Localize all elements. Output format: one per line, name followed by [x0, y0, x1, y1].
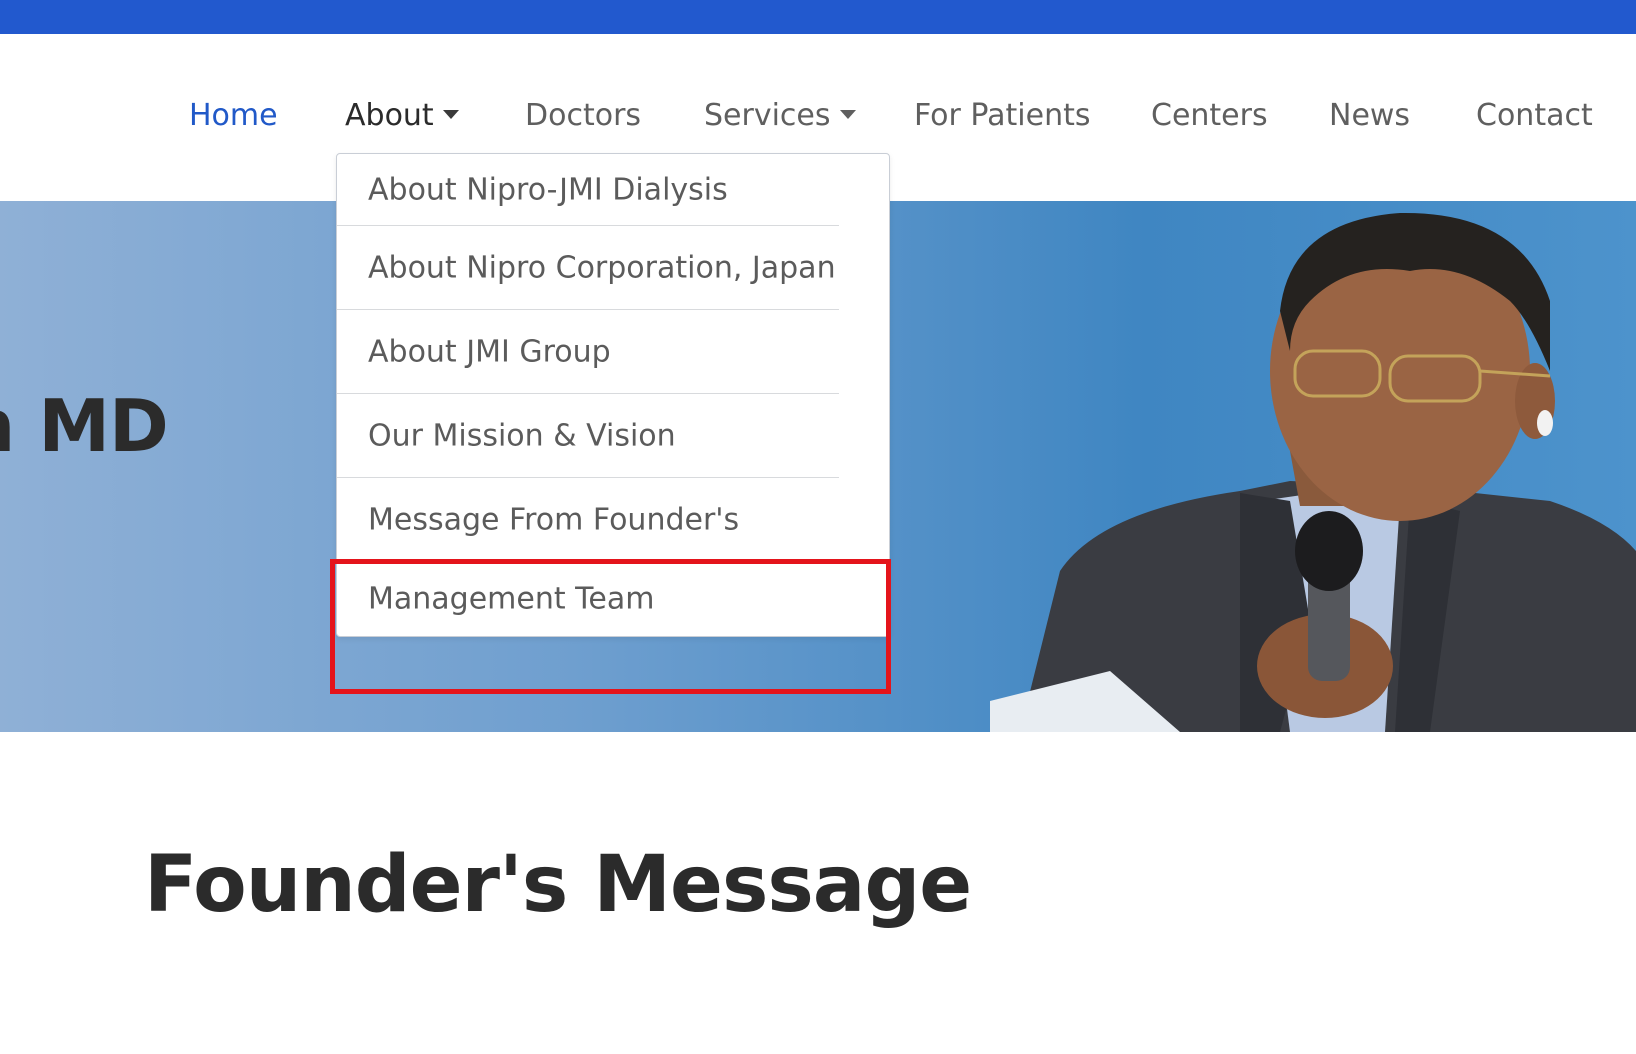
menu-item-label: Management Team	[368, 581, 655, 617]
chevron-down-icon	[442, 110, 459, 119]
nav-centers-label: Centers	[1151, 98, 1268, 133]
nav-about-label: About	[345, 98, 434, 133]
menu-item-about-nipro-jmi-dialysis[interactable]: About Nipro-JMI Dialysis	[337, 154, 839, 226]
about-dropdown-menu: About Nipro-JMI Dialysis About Nipro Cor…	[336, 153, 890, 637]
nav-doctors-label: Doctors	[525, 98, 642, 133]
menu-item-label: Our Mission & Vision	[368, 418, 676, 453]
menu-item-management-team[interactable]: Management Team	[337, 562, 839, 636]
nav-home-label: Home	[189, 98, 278, 133]
nav-home[interactable]: Home	[189, 96, 278, 136]
nav-doctors[interactable]: Doctors	[525, 96, 641, 136]
chevron-down-icon	[839, 110, 856, 119]
menu-item-label: About Nipro Corporation, Japan	[368, 250, 836, 285]
menu-item-label: About JMI Group	[368, 334, 611, 369]
nav-about[interactable]: About	[345, 96, 459, 136]
nav-news[interactable]: News	[1329, 96, 1410, 136]
nav-for-patients-label: For Patients	[914, 98, 1091, 133]
nav-services-label: Services	[704, 98, 831, 133]
nav-services[interactable]: Services	[704, 96, 856, 136]
nav-centers[interactable]: Centers	[1151, 96, 1268, 136]
menu-item-founders-message[interactable]: Message From Founder's	[337, 478, 839, 562]
menu-item-label: Message From Founder's	[368, 502, 740, 538]
menu-item-about-nipro-corporation[interactable]: About Nipro Corporation, Japan	[337, 226, 839, 310]
page-title: Founder's Message	[144, 840, 972, 930]
menu-item-label: About Nipro-JMI Dialysis	[368, 172, 728, 207]
nav-contact-label: Contact	[1476, 98, 1593, 133]
nav-for-patients[interactable]: For Patients	[914, 96, 1091, 136]
menu-item-about-jmi-group[interactable]: About JMI Group	[337, 310, 839, 394]
founder-photo	[990, 212, 1636, 732]
menu-item-mission-vision[interactable]: Our Mission & Vision	[337, 394, 839, 478]
nav-contact[interactable]: Contact	[1476, 96, 1593, 136]
hero-title: n MD	[0, 384, 169, 468]
nav-news-label: News	[1329, 98, 1411, 133]
top-accent-bar	[0, 0, 1636, 34]
